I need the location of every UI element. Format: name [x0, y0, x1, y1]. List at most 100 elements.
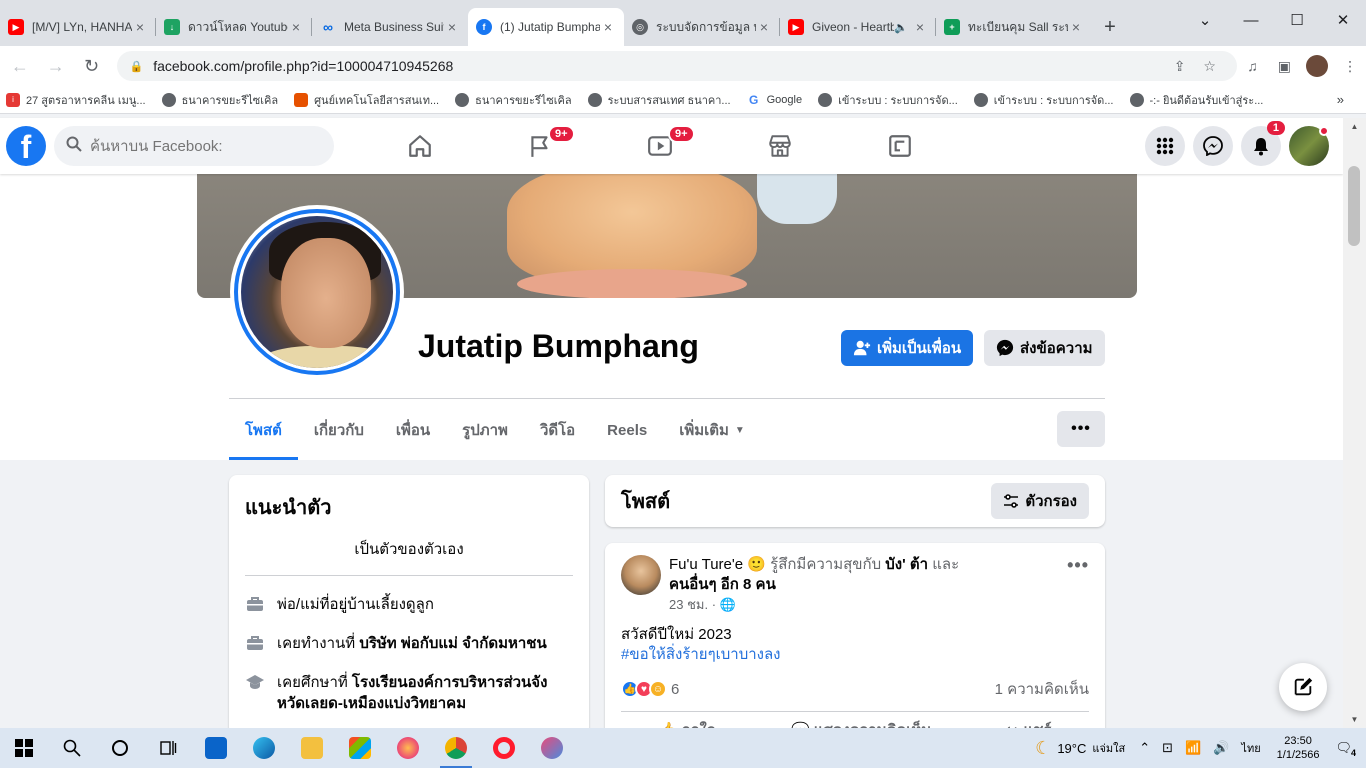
taskbar-chrome[interactable]	[432, 728, 480, 768]
tab-posts[interactable]: โพสต์	[229, 400, 298, 460]
lock-icon[interactable]: 🔒	[129, 60, 143, 73]
nav-gaming[interactable]	[840, 118, 960, 174]
tab-search-icon[interactable]: ⌄	[1182, 0, 1228, 40]
menu-button[interactable]	[1145, 126, 1185, 166]
post-author-name[interactable]: Fu'u Ture'e	[669, 556, 743, 573]
speaker-icon[interactable]: 🔈	[894, 21, 908, 34]
nav-pages[interactable]: 9+	[480, 118, 600, 174]
share-icon[interactable]: ⇪	[1165, 58, 1195, 75]
search-button[interactable]	[48, 728, 96, 768]
star-icon[interactable]: ☆	[1195, 58, 1225, 75]
scroll-up-arrow-icon[interactable]: ▲	[1343, 122, 1366, 131]
notifications-button[interactable]: 1	[1241, 121, 1285, 166]
volume-icon[interactable]: 🔊	[1213, 740, 1229, 756]
address-url[interactable]: facebook.com/profile.php?id=100004710945…	[153, 58, 1164, 74]
page-scrollbar[interactable]: ▲ ▼	[1343, 118, 1366, 728]
new-message-button[interactable]	[1279, 663, 1327, 711]
tab-more[interactable]: เพิ่มเติม ▼	[663, 400, 761, 460]
browser-tab[interactable]: ◎ ระบบจัดการข้อมูล บ ×	[624, 8, 780, 46]
more-options-button[interactable]: •••	[1057, 411, 1105, 447]
filter-button[interactable]: ตัวกรอง	[991, 483, 1089, 519]
browser-tab-active[interactable]: f (1) Jutatip Bumphang ×	[468, 8, 624, 46]
bookmark[interactable]: เข้าระบบ : ระบบการจัด...	[973, 91, 1114, 109]
tagged-friend-link[interactable]: บัง' ต้า	[885, 556, 928, 573]
taskbar-snipping[interactable]	[528, 728, 576, 768]
forward-button[interactable]: →	[40, 50, 72, 82]
browser-tab[interactable]: ↓ ดาวน์โหลด Youtube ×	[156, 8, 312, 46]
menu-kebab-icon[interactable]: ⋮	[1334, 58, 1366, 75]
start-button[interactable]	[0, 728, 48, 768]
bookmark[interactable]: ธนาคารขยะรีไซเคิล	[161, 91, 278, 109]
browser-tab[interactable]: ▶ Giveon - Heartbreak 🔈 ×	[780, 8, 936, 46]
tab-photos[interactable]: รูปภาพ	[446, 400, 524, 460]
cortana-button[interactable]	[96, 728, 144, 768]
clock[interactable]: 23:50 1/1/2566	[1277, 734, 1320, 762]
tab-about[interactable]: เกี่ยวกับ	[298, 400, 380, 460]
bookmark[interactable]: G Google	[746, 92, 802, 107]
messenger-button[interactable]	[1193, 126, 1233, 166]
tagged-others-link[interactable]: คนอื่นๆ อีก 8 คน	[669, 576, 776, 593]
browser-tab[interactable]: + ทะเบียนคุม Sall ระบบ ×	[936, 8, 1092, 46]
new-tab-button[interactable]: +	[1092, 8, 1128, 46]
close-icon[interactable]: ×	[912, 19, 928, 35]
facebook-logo[interactable]: f	[6, 126, 46, 166]
browser-profile-avatar[interactable]	[1306, 55, 1329, 77]
language-indicator[interactable]: ไทย	[1241, 739, 1260, 757]
close-icon[interactable]: ×	[1068, 19, 1084, 35]
browser-tab[interactable]: ∞ Meta Business Suite ×	[312, 8, 468, 46]
comment-count[interactable]: 1 ความคิดเห็น	[995, 677, 1089, 701]
nav-home[interactable]	[360, 118, 480, 174]
close-icon[interactable]: ×	[132, 19, 148, 35]
bookmarks-overflow-button[interactable]: »	[1337, 92, 1344, 107]
weather-condition[interactable]: แจ่มใส	[1092, 739, 1125, 757]
tab-videos[interactable]: วิดีโอ	[524, 400, 591, 460]
close-icon[interactable]: ×	[288, 19, 304, 35]
browser-tab[interactable]: ▶ [M/V] LYn, HANHAE ×	[0, 8, 156, 46]
reaction-count[interactable]: 6	[671, 681, 679, 698]
taskbar-mail[interactable]	[192, 728, 240, 768]
reload-button[interactable]: ↻	[76, 50, 108, 82]
taskbar-store[interactable]	[336, 728, 384, 768]
maximize-button[interactable]: ☐	[1274, 0, 1320, 40]
bookmark[interactable]: ศูนย์เทคโนโลยีสารสนเท...	[294, 91, 439, 109]
back-button[interactable]: ←	[4, 50, 36, 82]
scrollbar-thumb[interactable]	[1348, 166, 1360, 246]
account-avatar[interactable]	[1289, 126, 1329, 166]
side-panel-icon[interactable]: ▣	[1268, 58, 1300, 75]
post-timestamp[interactable]: 23 ชม. ·	[669, 597, 716, 612]
address-bar[interactable]: 🔒 facebook.com/profile.php?id=1000047109…	[117, 51, 1237, 81]
bookmark[interactable]: -:- ยินดีต้อนรับเข้าสู่ระ...	[1129, 91, 1263, 109]
close-icon[interactable]: ×	[756, 19, 772, 35]
vpn-icon[interactable]: ⊡	[1162, 740, 1173, 756]
wifi-icon[interactable]: 📶	[1185, 740, 1201, 756]
minimize-button[interactable]: —	[1228, 0, 1274, 40]
workplace-link[interactable]: บริษัท พ่อกับแม่ จำกัดมหาชน	[359, 635, 546, 652]
nav-marketplace[interactable]	[720, 118, 840, 174]
task-view-button[interactable]	[144, 728, 192, 768]
weather-moon-icon[interactable]: ☾	[1035, 738, 1051, 759]
message-button[interactable]: ส่งข้อความ	[984, 330, 1105, 366]
notification-center-icon[interactable]: 🗨 4	[1335, 740, 1356, 758]
reaction-icons[interactable]: 👍 ♥ ☺	[621, 680, 667, 698]
weather-temperature[interactable]: 19°C	[1057, 741, 1086, 756]
bookmark[interactable]: ระบบสารสนเทศ ธนาคา...	[587, 91, 731, 109]
close-icon[interactable]: ×	[600, 19, 616, 35]
taskbar-opera[interactable]	[480, 728, 528, 768]
profile-picture[interactable]	[230, 205, 404, 379]
nav-watch[interactable]: 9+	[600, 118, 720, 174]
taskbar-explorer[interactable]	[288, 728, 336, 768]
taskbar-edge[interactable]	[240, 728, 288, 768]
search-input[interactable]	[90, 137, 310, 155]
close-window-button[interactable]: ✕	[1320, 0, 1366, 40]
scroll-down-arrow-icon[interactable]: ▼	[1343, 715, 1366, 724]
add-friend-button[interactable]: เพิ่มเป็นเพื่อน	[841, 330, 974, 366]
chevron-up-icon[interactable]: ⌃	[1139, 740, 1150, 756]
tab-friends[interactable]: เพื่อน	[380, 400, 446, 460]
post-hashtag[interactable]: #ขอให้สิ่งร้ายๆเบาบางลง	[621, 645, 1089, 665]
tab-reels[interactable]: Reels	[591, 400, 663, 460]
search-box[interactable]	[54, 126, 334, 166]
taskbar-firefox[interactable]	[384, 728, 432, 768]
media-control-icon[interactable]: ♫	[1237, 58, 1269, 74]
bookmark[interactable]: ธนาคารขยะรีไซเคิล	[455, 91, 572, 109]
close-icon[interactable]: ×	[444, 19, 460, 35]
